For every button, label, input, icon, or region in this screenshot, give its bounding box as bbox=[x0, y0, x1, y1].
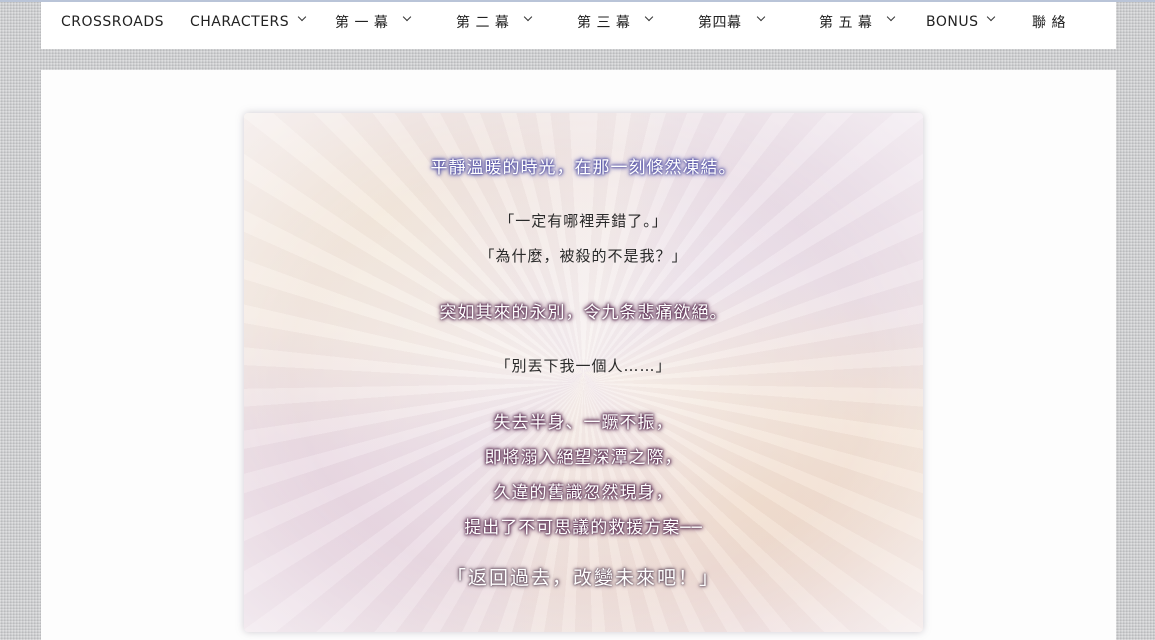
nav-item-label: BONUS bbox=[926, 14, 979, 30]
story-quote: 「一定有哪裡弄錯了。」 bbox=[499, 212, 668, 230]
story-tagline: 「返回過去，改變未來吧！」 bbox=[446, 567, 720, 589]
nav-item-contact[interactable]: 聯 絡 bbox=[1032, 2, 1066, 42]
chevron-down-icon bbox=[524, 12, 533, 22]
nav-item-label: 第 五 幕 bbox=[819, 15, 873, 31]
story-quote: 「別丟下我一個人……」 bbox=[495, 357, 672, 375]
nav-item-characters[interactable]: CHARACTERS bbox=[190, 2, 307, 42]
nav-item-bonus[interactable]: BONUS bbox=[926, 2, 996, 42]
nav-item-label: 第 二 幕 bbox=[456, 15, 510, 31]
chevron-down-icon bbox=[756, 12, 765, 22]
nav-item-act-3[interactable]: 第 三 幕 bbox=[577, 2, 654, 42]
chevron-down-icon bbox=[987, 12, 996, 22]
nav-item-act-1[interactable]: 第 一 幕 bbox=[335, 2, 412, 42]
main-nav: CROSSROADS CHARACTERS 第 一 幕 第 二 幕 第 三 幕 … bbox=[41, 2, 1116, 49]
chevron-down-icon bbox=[645, 12, 654, 22]
chevron-down-icon bbox=[297, 12, 307, 22]
nav-item-act-2[interactable]: 第 二 幕 bbox=[456, 2, 533, 42]
story-line: 提出了不可思議的救援方案── bbox=[464, 518, 703, 538]
nav-item-act-4[interactable]: 第四幕 bbox=[698, 2, 765, 42]
story-line: 失去半身、一蹶不振， bbox=[493, 413, 674, 433]
nav-item-act-5[interactable]: 第 五 幕 bbox=[819, 2, 896, 42]
chevron-down-icon bbox=[887, 12, 896, 22]
story-line: 久違的舊識忽然現身， bbox=[493, 483, 674, 503]
story-line: 平靜溫暖的時光，在那一刻倏然凍結。 bbox=[430, 158, 737, 178]
nav-item-label: 第 一 幕 bbox=[335, 15, 389, 31]
chevron-down-icon bbox=[403, 12, 412, 22]
nav-item-label: CHARACTERS bbox=[190, 14, 290, 30]
nav-item-label: CROSSROADS bbox=[61, 14, 165, 30]
nav-item-label: 聯 絡 bbox=[1032, 15, 1066, 31]
story-line: 即將溺入絕望深潭之際， bbox=[484, 448, 683, 468]
nav-item-label: 第 三 幕 bbox=[577, 15, 631, 31]
nav-item-label: 第四幕 bbox=[698, 15, 742, 31]
story-line: 突如其來的永別，令九条悲痛欲絕。 bbox=[439, 303, 728, 323]
nav-item-crossroads[interactable]: CROSSROADS bbox=[61, 2, 164, 42]
story-quote: 「為什麼，被殺的不是我？」 bbox=[479, 247, 688, 265]
story-intro-card: 平靜溫暖的時光，在那一刻倏然凍結。 「一定有哪裡弄錯了。」 「為什麼，被殺的不是… bbox=[244, 113, 923, 632]
